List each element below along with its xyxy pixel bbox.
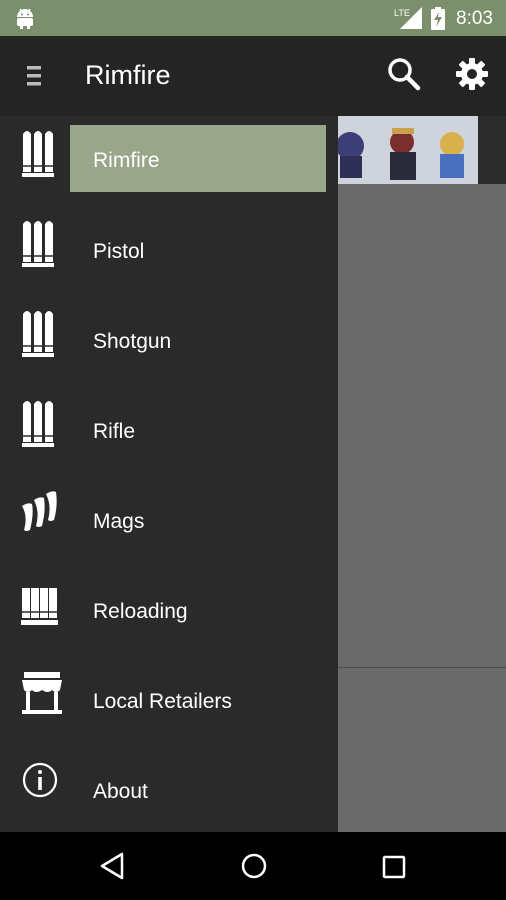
drawer-item-rifle[interactable]: Rifle [0, 386, 338, 476]
menu-icon[interactable] [22, 62, 48, 90]
ammo-icon [20, 128, 60, 183]
back-icon[interactable] [98, 851, 126, 886]
recents-icon[interactable] [381, 854, 407, 885]
home-icon[interactable] [240, 852, 268, 885]
banner-edge [478, 116, 506, 184]
banner-image [330, 116, 506, 184]
drawer-item-pistol[interactable]: Pistol [0, 206, 338, 296]
drawer-item-local-retailers[interactable]: Local Retailers [0, 656, 338, 746]
drawer-item-rimfire[interactable]: Rimfire [0, 116, 338, 206]
battery-charging-icon [430, 7, 446, 36]
drawer-item-label: Shotgun [93, 330, 172, 353]
drawer-item-label: About [93, 780, 148, 803]
drawer-item-shotgun[interactable]: Shotgun [0, 296, 338, 386]
reloading-icon [20, 578, 60, 633]
drawer-item-label: Local Retailers [93, 690, 232, 713]
drawer-item-reloading[interactable]: Reloading [0, 566, 338, 656]
system-nav-bar [0, 832, 506, 900]
search-icon[interactable] [386, 56, 422, 97]
navigation-drawer: Rimfire Pistol Shotgun Rifle Mags Reload… [0, 116, 338, 832]
drawer-item-about[interactable]: About [0, 746, 338, 836]
status-bar: LTE 8:03 [0, 0, 506, 36]
storefront-icon [20, 668, 64, 723]
info-icon [20, 758, 60, 813]
svg-text:LTE: LTE [394, 8, 410, 18]
drawer-item-label: Rimfire [93, 149, 160, 172]
drawer-item-label: Reloading [93, 600, 188, 623]
drawer-item-label: Pistol [93, 240, 145, 263]
toolbar-title: Rimfire [85, 60, 171, 90]
android-icon [14, 6, 36, 35]
drawer-item-label: Mags [93, 510, 145, 533]
lte-signal-icon: LTE [394, 5, 424, 36]
ammo-icon [20, 218, 60, 273]
status-time: 8:03 [456, 8, 493, 29]
magazine-icon [20, 488, 62, 543]
app-toolbar: Rimfire [0, 36, 506, 116]
drawer-item-label: Rifle [93, 420, 136, 443]
ammo-icon [20, 398, 60, 453]
drawer-item-mags[interactable]: Mags [0, 476, 338, 566]
settings-gear-icon[interactable] [454, 56, 490, 97]
ammo-icon [20, 308, 60, 363]
